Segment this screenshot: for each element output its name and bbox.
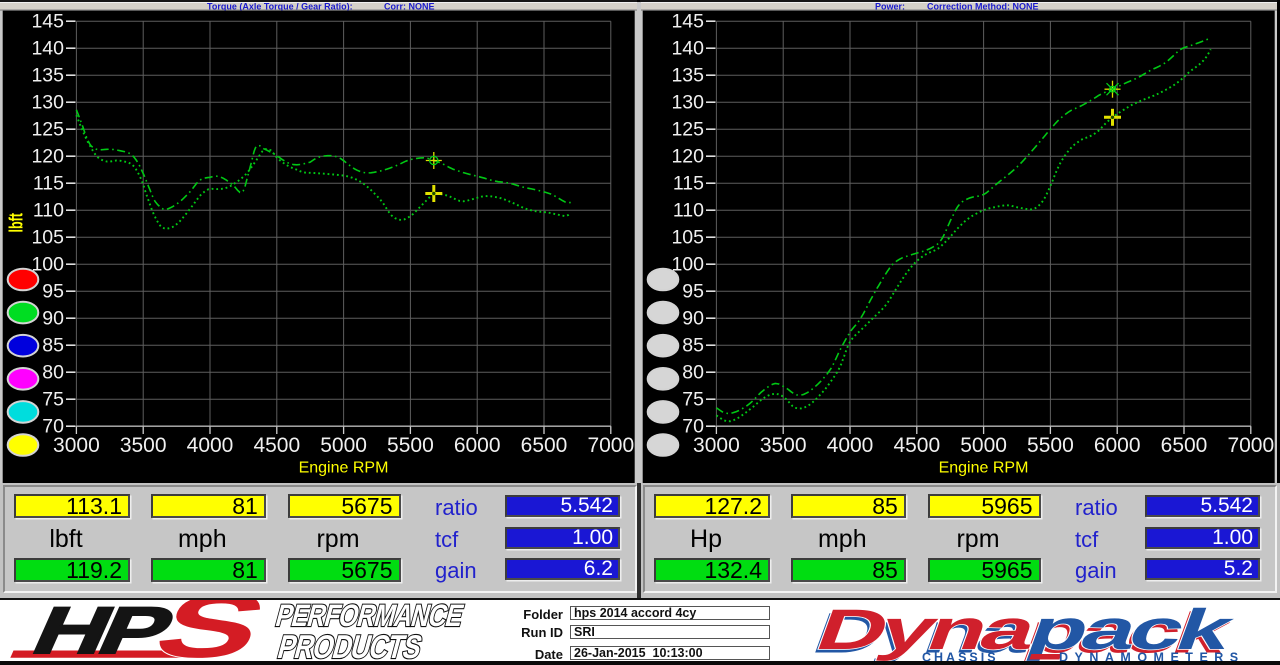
svg-text:130: 130 — [31, 92, 64, 114]
svg-text:125: 125 — [671, 119, 704, 141]
svg-text:3500: 3500 — [760, 434, 807, 457]
svg-text:Correction Method: NONE: Correction Method: NONE — [927, 1, 1039, 11]
svg-text:105: 105 — [671, 227, 704, 249]
svg-text:90: 90 — [42, 308, 64, 330]
svg-text:5500: 5500 — [1027, 434, 1074, 457]
svg-text:Corr: NONE: Corr: NONE — [384, 1, 435, 11]
svg-text:145: 145 — [31, 11, 64, 33]
svg-text:PRODUCTS: PRODUCTS — [274, 628, 426, 663]
svg-text:115: 115 — [673, 173, 704, 195]
svg-text:125: 125 — [31, 119, 64, 141]
svg-text:120: 120 — [671, 146, 704, 168]
svg-text:95: 95 — [682, 281, 704, 303]
svg-text:135: 135 — [31, 65, 64, 87]
svg-text:7000: 7000 — [587, 434, 634, 457]
svg-text:4500: 4500 — [893, 434, 940, 457]
svg-text:75: 75 — [42, 389, 64, 411]
svg-text:120: 120 — [31, 146, 64, 168]
svg-text:5000: 5000 — [960, 434, 1007, 457]
svg-text:75: 75 — [682, 389, 704, 411]
svg-text:100: 100 — [671, 254, 704, 276]
svg-text:Engine RPM: Engine RPM — [299, 460, 389, 477]
svg-text:135: 135 — [671, 65, 704, 87]
svg-text:lbft: lbft — [6, 213, 27, 233]
svg-text:3500: 3500 — [120, 434, 167, 457]
svg-text:4000: 4000 — [827, 434, 874, 457]
svg-text:6500: 6500 — [1161, 434, 1208, 457]
svg-text:90: 90 — [682, 308, 704, 330]
svg-text:Torque (Axle Torque / Gear Rat: Torque (Axle Torque / Gear Ratio): — [207, 1, 353, 11]
svg-text:80: 80 — [42, 362, 64, 384]
svg-text:110: 110 — [33, 200, 64, 222]
svg-text:130: 130 — [671, 92, 704, 114]
svg-text:3000: 3000 — [53, 434, 100, 457]
svg-text:6000: 6000 — [454, 434, 501, 457]
svg-text:6000: 6000 — [1094, 434, 1141, 457]
svg-text:110: 110 — [673, 200, 704, 222]
svg-text:3000: 3000 — [693, 434, 740, 457]
svg-text:6500: 6500 — [521, 434, 568, 457]
svg-text:7000: 7000 — [1227, 434, 1274, 457]
svg-text:4000: 4000 — [187, 434, 234, 457]
svg-text:5000: 5000 — [320, 434, 367, 457]
svg-text:80: 80 — [682, 362, 704, 384]
svg-text:140: 140 — [31, 38, 64, 60]
svg-text:95: 95 — [42, 281, 64, 303]
svg-text:105: 105 — [31, 227, 64, 249]
svg-text:115: 115 — [33, 173, 64, 195]
svg-text:85: 85 — [42, 335, 64, 357]
svg-text:100: 100 — [31, 254, 64, 276]
svg-text:4500: 4500 — [253, 434, 300, 457]
svg-text:140: 140 — [671, 38, 704, 60]
svg-text:Power:: Power: — [875, 1, 905, 11]
svg-text:5500: 5500 — [387, 434, 434, 457]
svg-text:145: 145 — [671, 11, 704, 33]
svg-text:85: 85 — [682, 335, 704, 357]
svg-text:Engine RPM: Engine RPM — [939, 460, 1029, 477]
